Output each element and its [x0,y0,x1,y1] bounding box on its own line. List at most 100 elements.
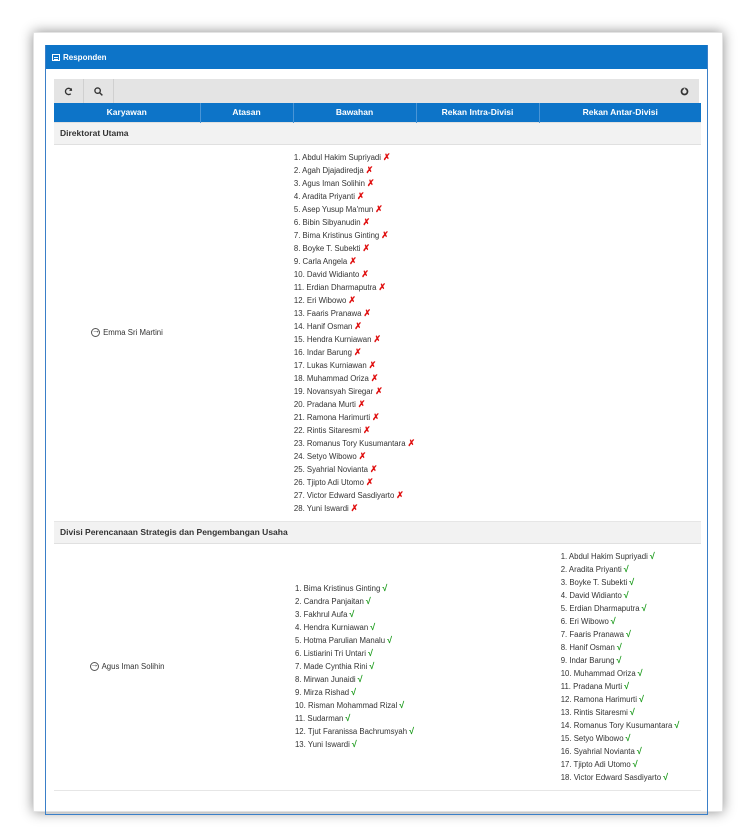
refresh-button[interactable] [54,79,84,103]
list-item: 14. Hanif Osman ✗ [294,320,415,333]
cross-icon: ✗ [375,203,383,214]
check-icon: √ [632,758,638,769]
person-name: 1. Bima Kristinus Ginting [294,584,381,593]
check-icon: √ [370,622,376,632]
person-name: 12. Tjut Faranissa Bachrumsyah [294,727,408,736]
check-icon: √ [649,550,655,561]
list-item: 7. Made Cynthia Rini √ [295,660,414,673]
employee-name[interactable]: Agus Iman Solihin [102,662,165,671]
arrow-circle-icon[interactable] [91,326,101,337]
power-icon [680,87,688,95]
list-item: 13. Rintis Sitaresmi √ [561,706,680,719]
search-button[interactable] [84,79,114,103]
cross-icon: ✗ [363,307,372,318]
check-icon: √ [625,732,631,743]
cross-icon: ✗ [383,151,391,162]
list-item: 2. Aradita Priyanti √ [561,563,680,576]
list-item: 10. Muhammad Oriza √ [561,667,680,680]
person-name: 19. Novansyah Siregar [293,386,374,396]
list-item: 24. Setyo Wibowo ✗ [294,450,415,463]
person-name: 28. Yuni Iswardi [293,503,349,513]
list-item: 1. Abdul Hakim Supriyadi √ [561,550,680,563]
col-bawahan[interactable]: Bawahan [293,103,417,122]
table-header-row: Karyawan Atasan Bawahan Rekan Intra-Divi… [54,103,701,122]
list-item: 8. Mirwan Junaidi √ [295,673,414,686]
person-name: 9. Mirza Rishad [294,688,350,697]
person-name: 13. Rintis Sitaresmi [560,707,628,717]
col-atasan[interactable]: Atasan [200,103,294,122]
col-rekan-intra[interactable]: Rekan Intra-Divisi [416,103,540,122]
cross-icon: ✗ [363,424,371,435]
list-item: 6. Eri Wibowo √ [561,615,680,628]
check-icon: √ [616,654,622,665]
list-item: 13. Faaris Pranawa ✗ [294,307,415,320]
person-name: 8. Hanif Osman [560,642,615,652]
person-name: 1. Abdul Hakim Supriyadi [293,152,382,162]
person-name: 10. David Widianto [293,269,360,279]
person-name: 21. Ramona Harimurti [293,412,371,422]
cross-icon: ✗ [372,411,380,422]
list-item: 15. Hendra Kurniawan ✗ [294,333,415,346]
col-rekan-antar[interactable]: Rekan Antar-Divisi [539,103,701,122]
cross-icon: ✗ [362,242,371,253]
karyawan-cell: Agus Iman Solihin [54,543,200,791]
group-name: Divisi Perencanaan Strategis dan Pengemb… [54,520,701,544]
check-icon: √ [663,771,669,782]
cross-icon: ✗ [357,398,366,409]
check-icon: √ [623,589,629,600]
toolbar [54,79,699,103]
cross-icon: ✗ [362,216,371,227]
cross-icon: ✗ [350,502,359,513]
person-name: 2. Aradita Priyanti [560,564,622,574]
person-name: 17. Lukas Kurniawan [293,360,367,370]
person-name: 14. Romanus Tory Kusumantara [560,720,673,730]
list-item: 17. Tjipto Adi Utomo √ [561,758,680,771]
karyawan-cell: Emma Sri Martini [54,144,200,522]
list-item: 23. Romanus Tory Kusumantara ✗ [294,437,415,450]
list-item: 16. Syahrial Novianta √ [561,745,680,758]
person-name: 13. Faaris Pranawa [293,308,362,318]
person-name: 8. Mirwan Junaidi [294,675,356,684]
person-name: 20. Pradana Murti [293,399,356,409]
cross-icon: ✗ [349,255,357,266]
list-item: 8. Hanif Osman √ [561,641,680,654]
person-name: 10. Risman Mohammad Rizal [294,701,398,710]
person-name: 3. Boyke T. Subekti [560,577,628,587]
list-item: 5. Hotma Parulian Manalu √ [295,634,414,647]
cross-icon: ✗ [375,385,383,396]
cross-icon: ✗ [370,372,379,383]
cross-icon: ✗ [348,294,356,305]
search-icon [94,86,103,96]
list-item: 19. Novansyah Siregar ✗ [294,385,415,398]
list-item: 6. Listiarini Tri Untari √ [295,647,414,660]
check-icon: √ [368,648,373,658]
col-karyawan[interactable]: Karyawan [54,103,201,122]
rekan-intra-cell [416,543,539,791]
check-icon: √ [387,635,393,645]
check-icon: √ [674,719,680,730]
cross-icon: ✗ [373,333,382,344]
refresh-icon [64,87,73,95]
power-button[interactable] [669,79,699,103]
person-name: 6. Eri Wibowo [560,616,609,626]
person-name: 16. Syahrial Novianta [560,746,635,756]
person-name: 25. Syahrial Novianta [293,464,369,474]
person-name: 18. Muhammad Oriza [293,373,369,383]
list-item: 6. Bibin Sibyanudin ✗ [294,216,415,229]
person-name: 2. Agah Djajadiredja [293,165,364,175]
check-icon: √ [624,680,630,691]
cross-icon: ✗ [365,164,374,175]
group-row: Divisi Perencanaan Strategis dan Pengemb… [54,520,701,544]
list-item: 21. Ramona Harimurti ✗ [294,411,415,424]
person-name: 7. Bima Kristinus Ginting [293,230,380,240]
cross-icon: ✗ [381,229,389,240]
list-item: 9. Mirza Rishad √ [295,686,414,699]
check-icon: √ [369,661,375,671]
cross-icon: ✗ [357,190,365,201]
arrow-circle-icon[interactable] [89,660,99,671]
person-name: 17. Tjipto Adi Utomo [560,759,631,769]
person-name: 26. Tjipto Adi Utomo [293,477,364,487]
employee-name[interactable]: Emma Sri Martini [103,328,163,337]
list-item: 12. Eri Wibowo ✗ [294,294,415,307]
person-name: 3. Agus Iman Solihin [293,178,365,188]
